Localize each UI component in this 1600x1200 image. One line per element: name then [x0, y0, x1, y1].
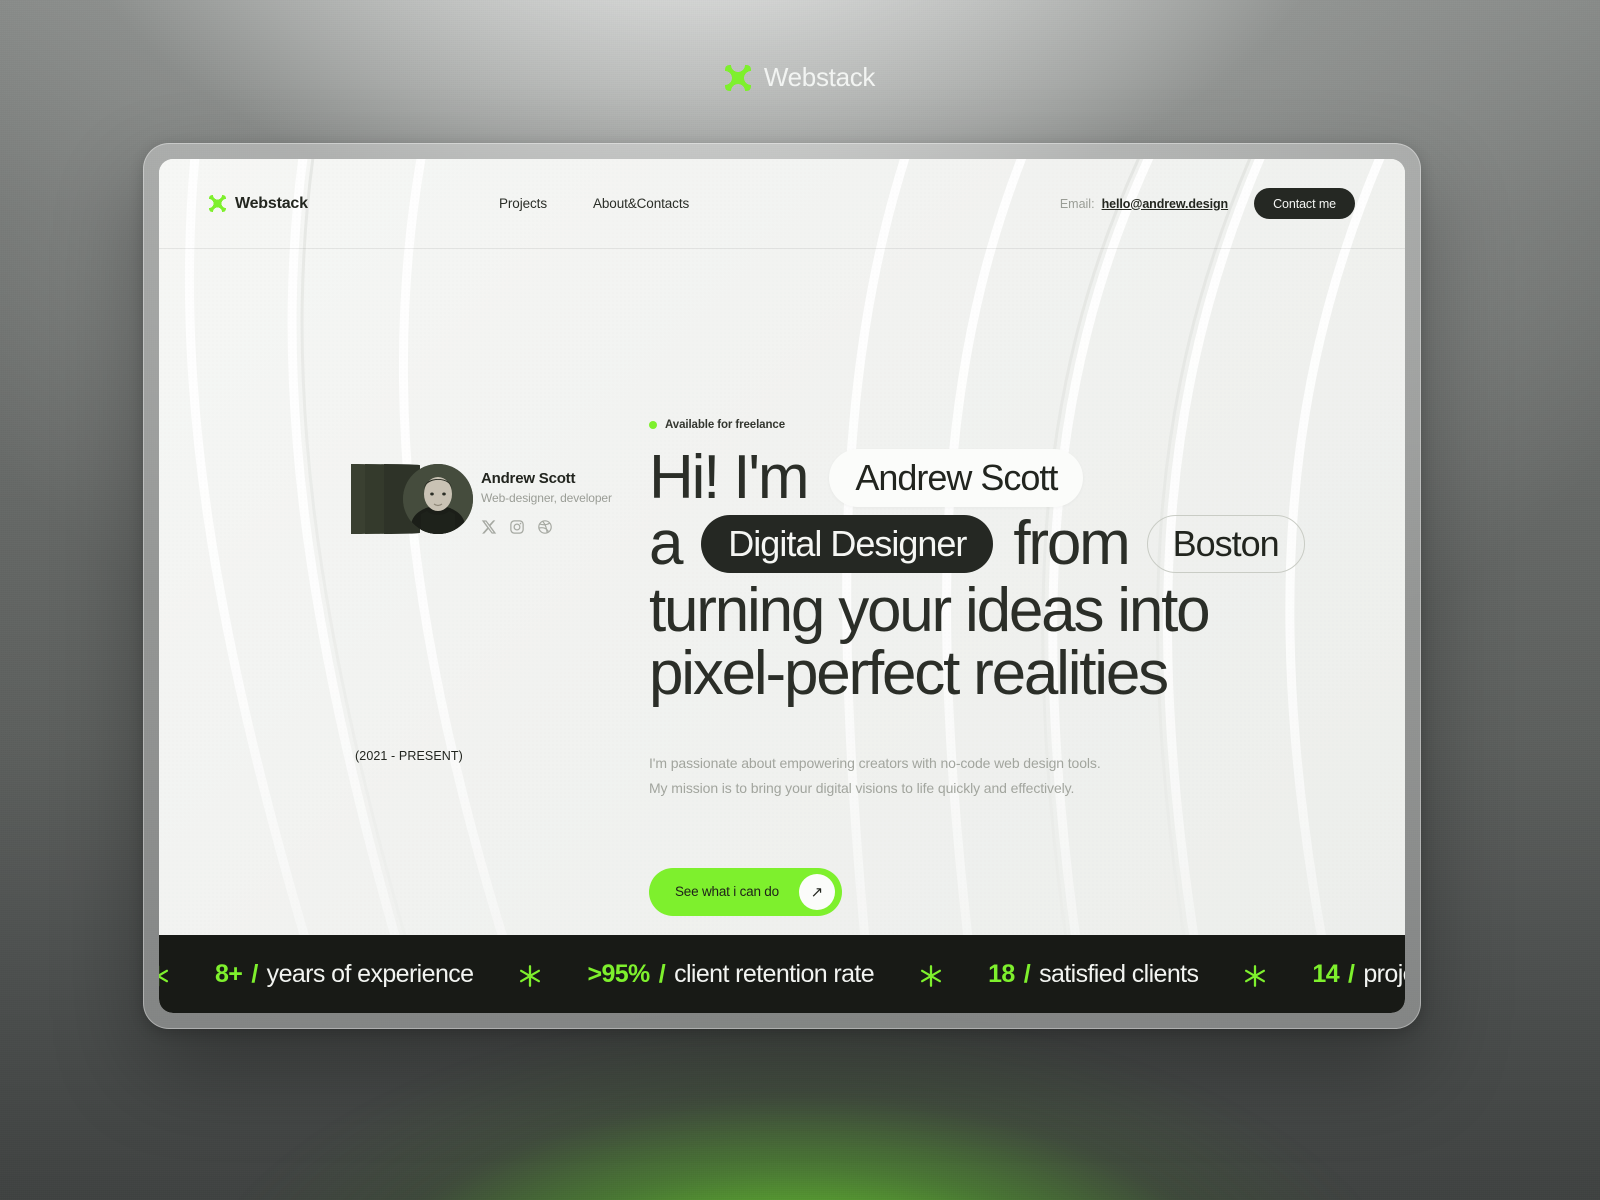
webstack-logo-icon — [724, 64, 751, 91]
site-window: Webstack Projects About&Contacts Email: … — [143, 143, 1421, 1029]
avatar-portrait — [403, 464, 473, 534]
availability-label: Available for freelance — [665, 419, 785, 431]
headline-chip-location: Boston — [1146, 515, 1305, 573]
stat-value: 14 — [1312, 959, 1339, 988]
stat-label: satisfied clients — [1039, 959, 1199, 988]
profile-card: Andrew Scott Web-designer, developer — [351, 464, 612, 535]
x-twitter-icon[interactable] — [481, 519, 497, 535]
nav-item-about-contacts[interactable]: About&Contacts — [593, 196, 689, 211]
stat-item: 14 / projects finished — [1312, 960, 1405, 989]
asterisk-icon — [918, 963, 944, 989]
stat-item: 18 / satisfied clients — [988, 959, 1199, 989]
nav-item-projects[interactable]: Projects — [499, 196, 547, 211]
stats-marquee: 8+ / years of experience >95% / client r… — [159, 935, 1405, 1013]
stat-value: 18 — [988, 959, 1015, 988]
email-link[interactable]: hello@andrew.design — [1102, 197, 1229, 211]
stat-item: >95% / client retention rate — [587, 960, 874, 989]
headline-article: a — [649, 509, 684, 578]
header-logo-label: Webstack — [235, 194, 308, 212]
status-dot-icon — [649, 421, 657, 429]
stat-slash: / — [1023, 959, 1031, 988]
stat-value: 8+ — [215, 959, 243, 988]
headline-greeting: Hi! I'm — [649, 443, 810, 512]
cta-label: See what i can do — [675, 884, 779, 900]
avatar-stack — [351, 464, 473, 534]
contact-me-button[interactable]: Contact me — [1254, 188, 1355, 219]
stat-item: 8+ / years of experience — [215, 959, 474, 989]
asterisk-icon — [517, 963, 543, 989]
instagram-icon[interactable] — [509, 519, 525, 535]
page-title: Hi! I'm Andrew Scott a Digital Designer … — [649, 447, 1349, 705]
arrow-up-right-icon: ↗ — [798, 873, 835, 910]
stats-track: 8+ / years of experience >95% / client r… — [159, 960, 1405, 989]
site-window-content: Webstack Projects About&Contacts Email: … — [159, 159, 1405, 1013]
headline-line-2: a Digital Designer from Boston — [649, 513, 1349, 575]
tenure-label: (2021 - PRESENT) — [355, 749, 463, 763]
hero-main: Available for freelance Hi! I'm Andrew S… — [649, 419, 1349, 916]
stat-label: projects finished — [1363, 959, 1405, 988]
main-nav: Projects About&Contacts — [499, 196, 689, 211]
header-actions: Email: hello@andrew.design Contact me — [1060, 188, 1355, 219]
site-header: Webstack Projects About&Contacts Email: … — [159, 159, 1405, 249]
profile-role: Web-designer, developer — [481, 491, 612, 505]
headline-line-1: Hi! I'm Andrew Scott — [649, 447, 1349, 509]
top-brand-lockup: Webstack — [0, 62, 1600, 93]
stat-label: years of experience — [266, 959, 474, 988]
hero-description-line-1: I'm passionate about empowering creators… — [649, 755, 1101, 772]
webstack-logo-icon — [209, 195, 226, 212]
stat-value: >95% — [587, 959, 650, 988]
hero-description-line-2: My mission is to bring your digital visi… — [649, 779, 1075, 796]
availability-badge: Available for freelance — [649, 419, 1349, 431]
asterisk-icon — [1242, 963, 1268, 989]
email-label: Email: — [1059, 196, 1095, 211]
profile-name: Andrew Scott — [481, 470, 576, 487]
stat-slash: / — [658, 959, 666, 988]
header-email: Email: hello@andrew.design — [1060, 197, 1228, 211]
hero-description: I'm passionate about empowering creators… — [649, 751, 1349, 799]
headline-chip-name: Andrew Scott — [829, 449, 1084, 507]
stat-label: client retention rate — [674, 959, 875, 988]
stat-slash: / — [251, 959, 258, 988]
headline-from: from — [1013, 509, 1130, 578]
see-what-i-can-do-button[interactable]: See what i can do ↗ — [649, 867, 842, 916]
social-links — [481, 519, 612, 535]
hero-section: Andrew Scott Web-designer, developer (20… — [159, 249, 1405, 935]
top-brand-label: Webstack — [763, 62, 876, 92]
headline-line-3: turning your ideas into — [649, 576, 1211, 645]
profile-meta: Andrew Scott Web-designer, developer — [481, 464, 612, 535]
asterisk-icon — [159, 963, 171, 989]
stat-slash: / — [1348, 959, 1355, 988]
avatar — [403, 464, 473, 534]
headline-chip-role: Digital Designer — [701, 515, 994, 573]
desktop-backdrop: Webstack Webstack Projects About&Contact… — [0, 0, 1600, 1200]
header-logo[interactable]: Webstack — [209, 195, 499, 213]
dribbble-icon[interactable] — [537, 519, 553, 535]
headline-line-4: pixel-perfect realities — [649, 639, 1169, 709]
